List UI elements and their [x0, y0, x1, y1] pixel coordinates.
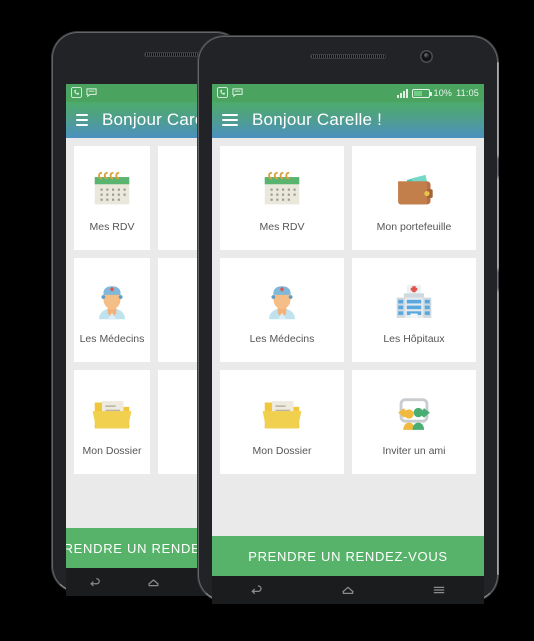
- grid-card-label-inviter-un-ami: Inviter un ami: [382, 445, 446, 457]
- hospital-icon: [387, 275, 441, 329]
- grid-card-inviter-un-ami[interactable]: Inviter un ami: [352, 370, 476, 474]
- message-bubble-icon: [86, 87, 97, 100]
- home-icon[interactable]: [333, 580, 363, 600]
- message-bubble-icon: [232, 87, 243, 100]
- grid-card-label-mon-portefeuille: Mon portefeuille: [376, 221, 452, 233]
- invite-friend-icon: [387, 387, 441, 441]
- app-bar-title: Bonjour Carelle !: [252, 110, 383, 129]
- phone-device-front: 10% 11:05 Bonjour Carelle ! Mes RDV Mon …: [198, 36, 499, 604]
- grid-card-label-mon-dossier: Mon Dossier: [252, 445, 312, 457]
- home-icon-back[interactable]: [139, 572, 169, 592]
- grid-card-label-mes-rdv: Mes RDV: [259, 221, 305, 233]
- grid-card-back-3[interactable]: Les Médecins: [74, 258, 150, 362]
- back-arrow-icon[interactable]: [242, 580, 272, 600]
- front-camera-icon: [420, 50, 433, 63]
- status-bar-front: 10% 11:05: [212, 84, 484, 102]
- doctor-icon: [85, 275, 139, 329]
- hamburger-menu-icon[interactable]: [222, 114, 238, 126]
- grid-card-mon-dossier[interactable]: Mon Dossier: [220, 370, 344, 474]
- cta-button[interactable]: PRENDRE UN RENDEZ-VOUS: [212, 536, 484, 576]
- phone-call-icon: [217, 86, 228, 100]
- grid-card-les-hopitaux[interactable]: Les Hôpitaux: [352, 258, 476, 362]
- grid-card-mes-rdv[interactable]: Mes RDV: [220, 146, 344, 250]
- signal-bars-icon: [396, 88, 408, 98]
- android-nav-bar: [212, 576, 484, 604]
- screenshot-stage: Bonjour Carelle ! Mes RDV Les Médecins M…: [0, 0, 534, 641]
- calendar-icon: [85, 163, 139, 217]
- grid-card-back-5[interactable]: Mon Dossier: [74, 370, 150, 474]
- speaker-grille-icon: [310, 54, 386, 59]
- doctor-icon: [255, 275, 309, 329]
- recents-icon[interactable]: [424, 580, 454, 600]
- phone-call-icon: [71, 86, 82, 100]
- grid-card-label-les-hopitaux: Les Hôpitaux: [383, 333, 445, 345]
- folder-icon: [255, 387, 309, 441]
- folder-icon: [85, 387, 139, 441]
- wallet-icon: [387, 163, 441, 217]
- phone-side-buttons[interactable]: [497, 62, 499, 575]
- battery-level-text: 10%: [433, 88, 453, 98]
- grid-card-label-les-medecins: Les Médecins: [249, 333, 315, 345]
- grid-card-label-back-5: Mon Dossier: [82, 445, 142, 457]
- hamburger-menu-icon-back[interactable]: [76, 114, 88, 126]
- phone-screen-front: 10% 11:05 Bonjour Carelle ! Mes RDV Mon …: [212, 84, 484, 576]
- battery-icon: [411, 88, 432, 98]
- grid-card-mon-portefeuille[interactable]: Mon portefeuille: [352, 146, 476, 250]
- grid-card-back-1[interactable]: Mes RDV: [74, 146, 150, 250]
- grid-card-les-medecins[interactable]: Les Médecins: [220, 258, 344, 362]
- app-bar-front: Bonjour Carelle !: [212, 102, 484, 138]
- grid-card-label-back-3: Les Médecins: [79, 333, 145, 345]
- feature-grid: Mes RDV Mon portefeuille Les Médecins Le…: [212, 138, 484, 474]
- grid-card-label-back-1: Mes RDV: [89, 221, 135, 233]
- status-bar-time: 11:05: [456, 88, 479, 98]
- back-arrow-icon-back[interactable]: [80, 572, 110, 592]
- calendar-icon: [255, 163, 309, 217]
